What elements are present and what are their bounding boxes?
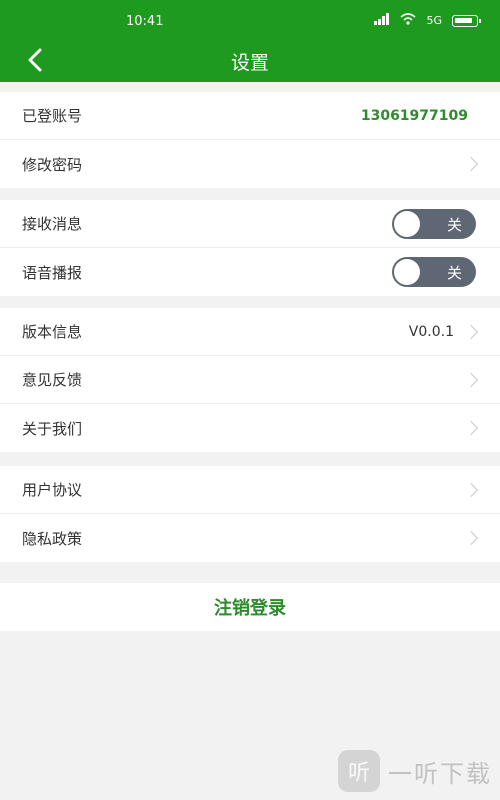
version-info-label: 版本信息 bbox=[22, 323, 83, 341]
watermark: 听 一听下载 bbox=[338, 750, 492, 792]
user-agreement-label: 用户协议 bbox=[22, 481, 83, 499]
chevron-right-icon bbox=[463, 530, 479, 546]
receive-messages-row: 接收消息 关 bbox=[0, 200, 500, 248]
chevron-right-icon bbox=[463, 156, 479, 172]
about-us-label: 关于我们 bbox=[22, 419, 83, 438]
chevron-right-icon bbox=[463, 420, 479, 436]
logged-in-account-row: 已登账号 13061977109 bbox=[0, 92, 500, 140]
voice-broadcast-toggle[interactable]: 关 bbox=[392, 257, 476, 287]
chevron-right-icon bbox=[463, 482, 479, 497]
toggle-knob bbox=[394, 210, 420, 237]
wifi-icon bbox=[400, 13, 416, 28]
voice-broadcast-row: 语音播报 关 bbox=[0, 248, 500, 296]
toggle-state-text: 关 bbox=[446, 264, 462, 282]
voice-broadcast-label: 语音播报 bbox=[22, 263, 83, 282]
version-info-row[interactable]: 版本信息 V0.0.1 bbox=[0, 308, 500, 356]
chevron-right-icon bbox=[463, 372, 479, 387]
feedback-row[interactable]: 意见反馈 bbox=[0, 356, 500, 404]
network-type-label: 5G bbox=[426, 14, 442, 27]
signal-icon bbox=[374, 13, 390, 28]
toggle-knob bbox=[394, 259, 420, 285]
status-icons: 5G bbox=[374, 13, 481, 28]
status-bar: 10:41 5G bbox=[0, 0, 500, 40]
status-time: 10:41 bbox=[126, 14, 164, 29]
phone-number-value: 13061977109 bbox=[360, 107, 468, 124]
app-header: 10:41 5G 设置 bbox=[0, 0, 500, 82]
watermark-text: 一听下载 bbox=[388, 759, 492, 788]
battery-icon bbox=[452, 14, 481, 27]
toggle-state-text: 关 bbox=[446, 215, 462, 234]
logout-label: 注销登录 bbox=[214, 598, 286, 619]
notification-group: 接收消息 关 语音播报 关 bbox=[0, 200, 500, 296]
about-us-row[interactable]: 关于我们 bbox=[0, 404, 500, 452]
chevron-right-icon bbox=[463, 324, 479, 339]
version-value: V0.0.1 bbox=[408, 323, 454, 340]
change-password-label: 修改密码 bbox=[22, 155, 83, 174]
user-agreement-row[interactable]: 用户协议 bbox=[0, 466, 500, 514]
legal-group: 用户协议 隐私政策 bbox=[0, 466, 500, 562]
receive-messages-label: 接收消息 bbox=[22, 215, 83, 233]
privacy-policy-label: 隐私政策 bbox=[22, 529, 83, 548]
change-password-row[interactable]: 修改密码 bbox=[0, 140, 500, 188]
privacy-policy-row[interactable]: 隐私政策 bbox=[0, 514, 500, 562]
about-group: 版本信息 V0.0.1 意见反馈 关于我们 bbox=[0, 308, 500, 452]
logout-button[interactable]: 注销登录 bbox=[0, 583, 500, 631]
page-title: 设置 bbox=[230, 52, 269, 74]
feedback-label: 意见反馈 bbox=[22, 371, 83, 389]
watermark-logo: 听 bbox=[338, 750, 380, 792]
account-group: 已登账号 13061977109 修改密码 bbox=[0, 92, 500, 188]
receive-messages-toggle[interactable]: 关 bbox=[392, 208, 476, 239]
logged-in-account-label: 已登账号 bbox=[22, 107, 83, 125]
